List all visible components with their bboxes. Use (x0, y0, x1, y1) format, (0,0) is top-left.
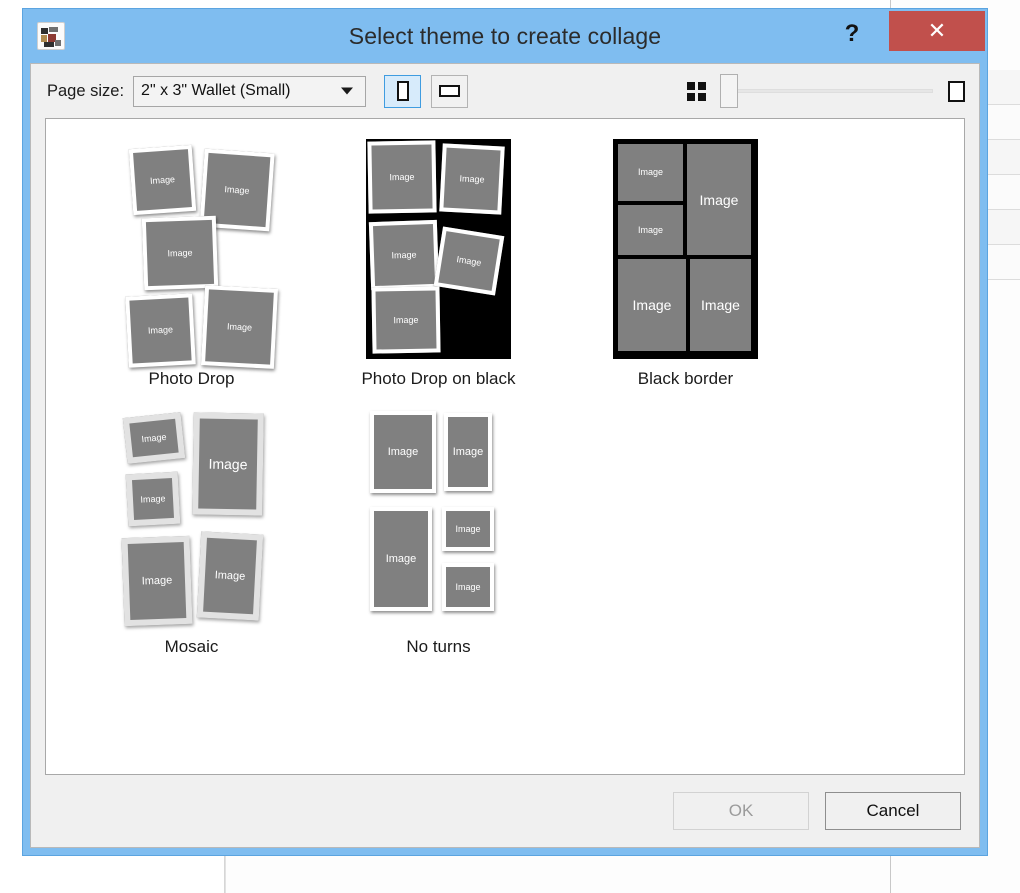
theme-preview-photo-label: Image (391, 249, 417, 260)
theme-thumbnail[interactable]: Image Image Image Image Image (315, 133, 562, 365)
theme-item[interactable]: Image Image Image Image Image Black border (562, 133, 809, 389)
theme-preview-photo-label: Image (455, 253, 483, 268)
dialog-toolbar: Page size: 2" x 3" Wallet (Small) (31, 64, 979, 118)
theme-preview-photo-slot: Image (121, 535, 193, 627)
portrait-icon (396, 81, 409, 101)
theme-preview-photo-label: Image (455, 581, 481, 592)
theme-preview-photo-label: Image (389, 171, 415, 182)
theme-preview-photo-label: Image (385, 552, 417, 565)
theme-preview: Image Image Image Image Image (366, 139, 511, 359)
portrait-button[interactable] (384, 74, 422, 108)
theme-preview-photo-slot: Image (125, 471, 181, 527)
theme-preview-photo-label: Image (208, 455, 248, 473)
theme-preview-photo-slot: Image (370, 411, 436, 493)
theme-list-panel[interactable]: Image Image Image Image Image Photo Drop Image… (45, 118, 965, 775)
orientation-group (384, 74, 469, 108)
grid-view-icon (687, 81, 706, 101)
theme-name-label: Black border (637, 369, 734, 388)
collage-app-icon (37, 22, 65, 50)
help-button[interactable]: ? (835, 17, 869, 51)
background-left-rail (0, 856, 225, 893)
theme-preview-photo-slot: Image (371, 286, 441, 354)
dialog-footer: OK Cancel (31, 775, 979, 847)
theme-preview-photo-label: Image (149, 173, 176, 186)
theme-preview-photo-label: Image (167, 247, 193, 258)
theme-preview-photo-label: Image (699, 191, 739, 208)
single-large-icon (948, 80, 965, 102)
thumbnail-zoom-control (687, 64, 965, 118)
theme-preview-photo-slot: Image (618, 144, 683, 201)
ok-button[interactable]: OK (673, 792, 809, 830)
theme-preview-photo-label: Image (140, 431, 167, 444)
theme-preview-photo-slot: Image (367, 140, 437, 214)
theme-preview-photo-label: Image (637, 224, 663, 235)
theme-preview-photo-slot: Image (442, 507, 494, 551)
theme-name-label: No turns (406, 637, 471, 656)
theme-preview-photo-label: Image (452, 445, 484, 458)
theme-name-label: Photo Drop (148, 369, 235, 388)
theme-preview-photo-label: Image (141, 573, 173, 588)
select-theme-dialog: Select theme to create collage ? ✕ Page … (22, 8, 988, 856)
theme-preview: Image Image Image Image Image (119, 407, 264, 627)
theme-grid: Image Image Image Image Image Photo Drop Image… (46, 119, 964, 669)
theme-preview-photo-label: Image (147, 324, 174, 336)
theme-item[interactable]: Image Image Image Image Image No turns (315, 401, 562, 657)
dialog-titlebar[interactable]: Select theme to create collage ? ✕ (23, 9, 987, 63)
theme-preview-photo-label: Image (459, 172, 485, 185)
theme-preview-photo-slot: Image (442, 563, 494, 611)
theme-preview-photo-label: Image (214, 568, 246, 583)
theme-preview-photo-label: Image (632, 297, 672, 313)
chevron-down-icon (341, 87, 354, 95)
zoom-slider-track[interactable] (734, 89, 933, 93)
theme-preview: Image Image Image Image Image (119, 139, 279, 369)
theme-item[interactable]: Image Image Image Image Image Photo Drop (68, 133, 315, 389)
theme-preview: Image Image Image Image Image (613, 139, 758, 359)
dialog-client-area: Page size: 2" x 3" Wallet (Small) Image … (30, 63, 980, 848)
theme-preview-photo-slot: Image (122, 412, 186, 464)
theme-preview-photo-slot: Image (370, 507, 432, 611)
theme-preview-photo-slot: Image (618, 259, 686, 351)
zoom-slider-thumb[interactable] (720, 74, 738, 108)
page-size-label: Page size: (47, 81, 125, 100)
theme-preview-photo-slot: Image (618, 205, 683, 255)
theme-preview: Image Image Image Image Image (366, 407, 511, 627)
background-bottom-area (225, 856, 890, 893)
page-size-value: 2" x 3" Wallet (Small) (141, 82, 291, 99)
theme-preview-photo-slot: Image (196, 531, 264, 621)
close-button[interactable]: ✕ (889, 11, 985, 51)
theme-thumbnail[interactable]: Image Image Image Image Image (68, 401, 315, 633)
theme-preview-photo-slot: Image (192, 412, 264, 516)
theme-preview-photo-slot: Image (200, 285, 279, 369)
theme-name-label: Photo Drop on black (361, 369, 516, 388)
theme-preview-photo-label: Image (637, 167, 663, 177)
theme-preview-photo-label: Image (226, 320, 253, 333)
theme-preview-photo-label: Image (140, 492, 166, 505)
theme-preview-photo-slot: Image (141, 215, 219, 291)
theme-preview-photo-slot: Image (444, 413, 492, 491)
theme-preview-photo-slot: Image (128, 144, 197, 216)
page-size-select[interactable]: 2" x 3" Wallet (Small) (133, 75, 367, 107)
landscape-icon (439, 85, 461, 97)
cancel-button[interactable]: Cancel (825, 792, 961, 830)
theme-thumbnail[interactable]: Image Image Image Image Image (315, 401, 562, 633)
theme-preview-photo-label: Image (393, 314, 419, 325)
theme-preview-photo-slot: Image (433, 226, 505, 296)
theme-preview-photo-slot: Image (439, 143, 505, 215)
theme-thumbnail[interactable]: Image Image Image Image Image (68, 133, 315, 369)
zoom-slider[interactable] (720, 74, 933, 108)
theme-preview-photo-slot: Image (687, 144, 751, 255)
theme-preview-photo-label: Image (224, 183, 250, 196)
theme-preview-photo-slot: Image (368, 219, 440, 291)
theme-item[interactable]: Image Image Image Image Image Mosaic (68, 401, 315, 657)
theme-thumbnail[interactable]: Image Image Image Image Image (562, 133, 809, 365)
theme-preview-photo-label: Image (387, 445, 419, 458)
theme-item[interactable]: Image Image Image Image Image Photo Drop on b… (315, 133, 562, 389)
theme-preview-photo-slot: Image (125, 293, 196, 368)
landscape-button[interactable] (431, 74, 469, 108)
theme-preview-photo-slot: Image (690, 259, 751, 351)
theme-name-label: Mosaic (164, 637, 219, 656)
theme-preview-photo-label: Image (701, 297, 740, 313)
theme-preview-photo-label: Image (455, 523, 481, 534)
